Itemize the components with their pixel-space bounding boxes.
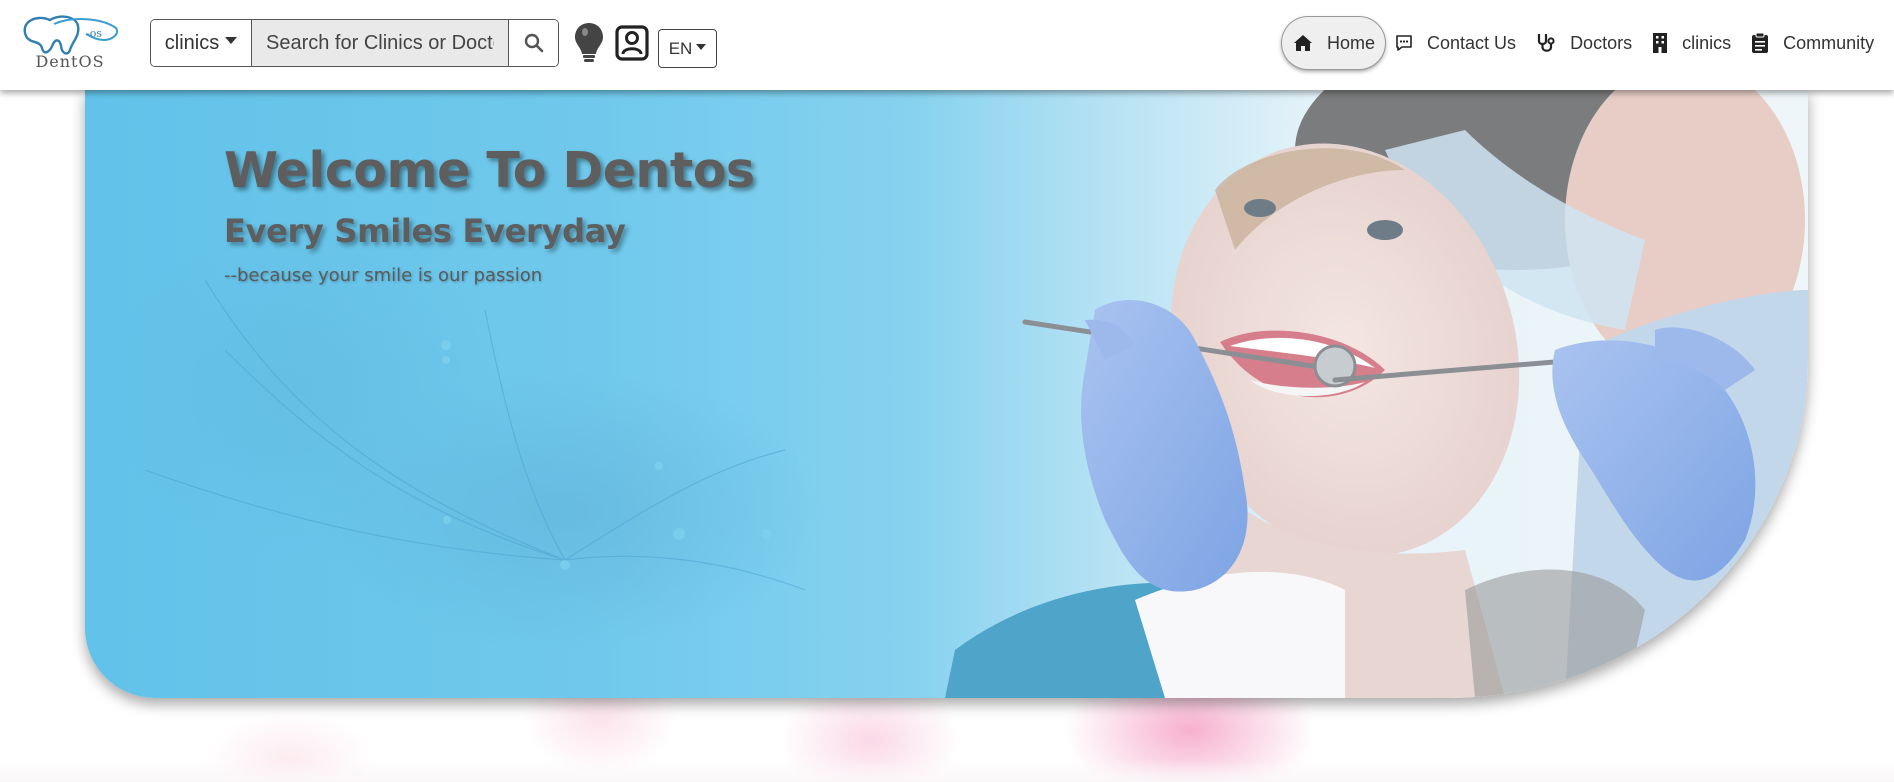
home-icon [1294,35,1312,51]
main-nav: Home Contact Us Doctors clinics Communit… [1282,17,1884,69]
hero-tagline: --because your smile is our passion [224,265,543,286]
nav-item-clinics[interactable]: clinics [1642,17,1741,69]
stethoscope-icon [1537,34,1555,52]
logo[interactable]: -os DentOS [16,12,124,74]
logo-text: DentOS [35,52,105,71]
building-icon [1653,33,1668,53]
language-label: EN [668,38,693,58]
tooth-logo-icon: -os [23,15,118,55]
chat-icon [1396,35,1412,51]
top-navbar: -os DentOS clinics E [0,0,1894,90]
search-icon [524,33,543,53]
search-type-dropdown[interactable]: clinics [151,20,252,66]
nav-item-community[interactable]: Community [1741,17,1884,69]
nav-item-home[interactable]: Home [1282,17,1386,69]
hero-subtitle: Every Smiles Everyday [224,212,626,250]
hero-title: Welcome To Dentos [224,142,755,199]
nav-item-label: clinics [1682,32,1732,53]
search-input[interactable] [252,20,508,66]
language-dropdown[interactable]: EN [658,29,717,68]
nav-item-label: Contact Us [1427,32,1517,53]
nav-item-label: Home [1327,32,1376,53]
hero-banner: Welcome To Dentos Every Smiles Everyday … [85,90,1808,698]
nav-item-doctors[interactable]: Doctors [1526,17,1642,69]
search-bar: clinics [150,19,559,67]
search-type-label: clinics [164,31,220,54]
nav-item-label: Doctors [1570,32,1633,53]
nav-item-label: Community [1783,32,1875,53]
nav-item-contact-us[interactable]: Contact Us [1385,17,1526,69]
clipboard-icon [1752,32,1769,53]
caret-down-icon [696,43,707,50]
logo-badge: -os [86,27,102,40]
caret-down-icon [225,36,238,44]
footer-fade [0,760,1894,782]
search-button[interactable] [508,20,558,66]
user-profile-icon[interactable] [615,25,649,61]
lightbulb-icon[interactable] [574,22,604,64]
